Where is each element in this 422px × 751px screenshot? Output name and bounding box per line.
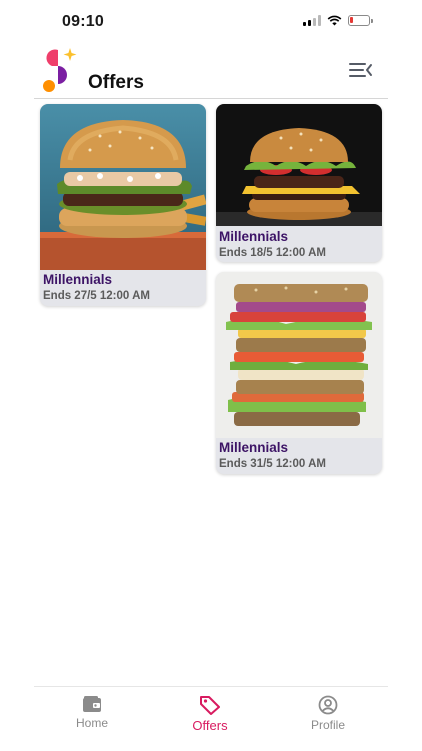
tab-home[interactable]: Home <box>52 695 132 741</box>
offer-name: Millennials <box>43 272 113 287</box>
page-title: Offers <box>88 72 144 93</box>
offer-card[interactable]: Millennials Ends 27/5 12:00 AM <box>40 104 206 306</box>
tab-offers[interactable]: Offers <box>170 695 250 741</box>
offer-card[interactable]: Millennials Ends 18/5 12:00 AM <box>216 104 382 262</box>
offer-end-date: Ends 31/5 12:00 AM <box>219 458 326 470</box>
battery-level <box>350 17 353 23</box>
offer-name: Millennials <box>219 440 289 455</box>
status-icons <box>303 15 373 26</box>
menu-collapse-icon <box>349 63 372 77</box>
offer-image-cheeseburger <box>216 104 382 226</box>
profile-icon <box>318 695 338 715</box>
tab-profile[interactable]: Profile <box>288 695 368 741</box>
header: Offers <box>34 44 388 99</box>
cellular-signal-icon <box>303 15 321 26</box>
wallet-icon <box>83 696 101 712</box>
status-time: 09:10 <box>62 13 104 30</box>
status-bar: 09:10 <box>0 0 422 44</box>
tab-offers-label: Offers <box>192 718 228 733</box>
offer-image-sandwich <box>216 272 382 438</box>
offer-name: Millennials <box>219 229 289 244</box>
offers-grid: Millennials Ends 27/5 12:00 AM Millennia… <box>40 104 382 484</box>
tab-profile-label: Profile <box>310 718 345 732</box>
offer-end-date: Ends 27/5 12:00 AM <box>43 290 150 302</box>
menu-button[interactable] <box>348 60 374 80</box>
app-logo <box>43 48 77 92</box>
offer-end-date: Ends 18/5 12:00 AM <box>219 247 326 259</box>
tab-bar: Home Offers Profile <box>34 686 388 751</box>
offer-image-burger <box>40 104 206 270</box>
battery-icon <box>348 15 373 26</box>
wifi-icon <box>327 15 342 26</box>
tag-icon <box>200 696 220 715</box>
offer-card[interactable]: Millennials Ends 31/5 12:00 AM <box>216 272 382 474</box>
tab-home-label: Home <box>75 716 108 730</box>
